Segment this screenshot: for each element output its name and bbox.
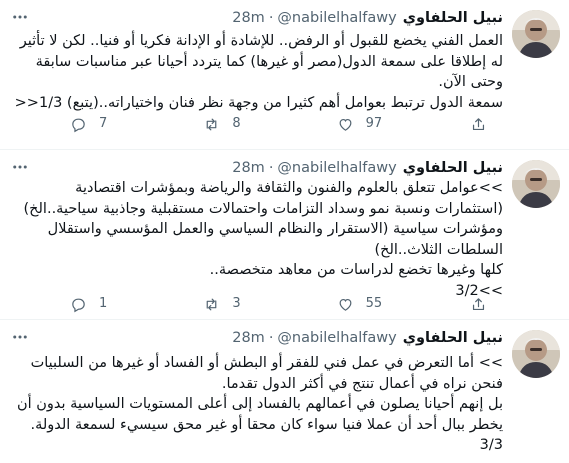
separator-dot: · [268, 160, 274, 176]
heart-icon [339, 118, 352, 131]
tweet-text: >> أما التعرض في عمل فني للفقر أو البطش … [16, 355, 503, 453]
author-handle[interactable]: @nabilelhalfawy [277, 328, 396, 348]
like-button[interactable]: 55 [337, 296, 417, 313]
author-handle[interactable]: @nabilelhalfawy [277, 8, 396, 28]
reply-icon [72, 118, 85, 132]
avatar-image [512, 10, 560, 58]
author-name[interactable]: نبيل الحلفاوي [403, 8, 503, 28]
share-button[interactable] [470, 116, 490, 133]
like-button[interactable]: 97 [337, 116, 417, 133]
separator-dot: · [268, 10, 274, 26]
share-icon [472, 297, 485, 310]
reply-button[interactable]: 1 [70, 296, 150, 313]
reply-button[interactable]: 7 [70, 116, 150, 133]
reply-count: 7 [99, 116, 108, 131]
timestamp[interactable]: 28m [232, 158, 265, 178]
tweet-header: نبيل الحلفاوي @nabilelhalfawy · 28m [232, 8, 503, 28]
retweet-count: 3 [232, 296, 241, 311]
tweet[interactable]: نبيل الحلفاوي @nabilelhalfawy · 28m العم… [0, 0, 569, 150]
like-count: 97 [365, 116, 383, 131]
avatar[interactable] [512, 330, 560, 378]
tweet-actions: 7 8 97 [70, 114, 490, 134]
author-name[interactable]: نبيل الحلفاوي [403, 158, 503, 178]
retweet-button[interactable]: 8 [203, 116, 283, 133]
timestamp[interactable]: 28m [232, 328, 265, 348]
timestamp[interactable]: 28m [232, 8, 265, 28]
more-icon[interactable] [10, 158, 30, 178]
tweet-text: >>عوامل تتعلق بالعلوم والفنون والثقافة و… [23, 180, 504, 299]
tweet[interactable]: نبيل الحلفاوي @nabilelhalfawy · 28m >>عو… [0, 150, 569, 320]
avatar-image [512, 160, 560, 208]
tweet-actions: 1 3 55 [70, 294, 490, 314]
like-count: 55 [365, 296, 383, 311]
heart-icon [339, 298, 352, 311]
more-icon[interactable] [10, 8, 30, 28]
avatar[interactable] [512, 160, 560, 208]
author-handle[interactable]: @nabilelhalfawy [277, 158, 396, 178]
timeline: نبيل الحلفاوي @nabilelhalfawy · 28m العم… [0, 0, 569, 463]
reply-count: 1 [99, 296, 108, 311]
tweet-header: نبيل الحلفاوي @nabilelhalfawy · 28m [232, 328, 503, 348]
reply-icon [72, 298, 85, 312]
tweet[interactable]: نبيل الحلفاوي @nabilelhalfawy · 28m >> أ… [0, 320, 569, 463]
author-name[interactable]: نبيل الحلفاوي [403, 328, 503, 348]
separator-dot: · [268, 330, 274, 346]
avatar[interactable] [512, 10, 560, 58]
avatar-image [512, 330, 560, 378]
tweet-text: العمل الفني يخضع للقبول أو الرفض.. للإشا… [14, 33, 503, 111]
retweet-count: 8 [232, 116, 241, 131]
retweet-icon [206, 298, 217, 310]
share-icon [472, 117, 485, 130]
share-button[interactable] [470, 296, 490, 313]
tweet-header: نبيل الحلفاوي @nabilelhalfawy · 28m [232, 158, 503, 178]
retweet-icon [206, 118, 217, 130]
retweet-button[interactable]: 3 [203, 296, 283, 313]
more-icon[interactable] [10, 328, 30, 348]
